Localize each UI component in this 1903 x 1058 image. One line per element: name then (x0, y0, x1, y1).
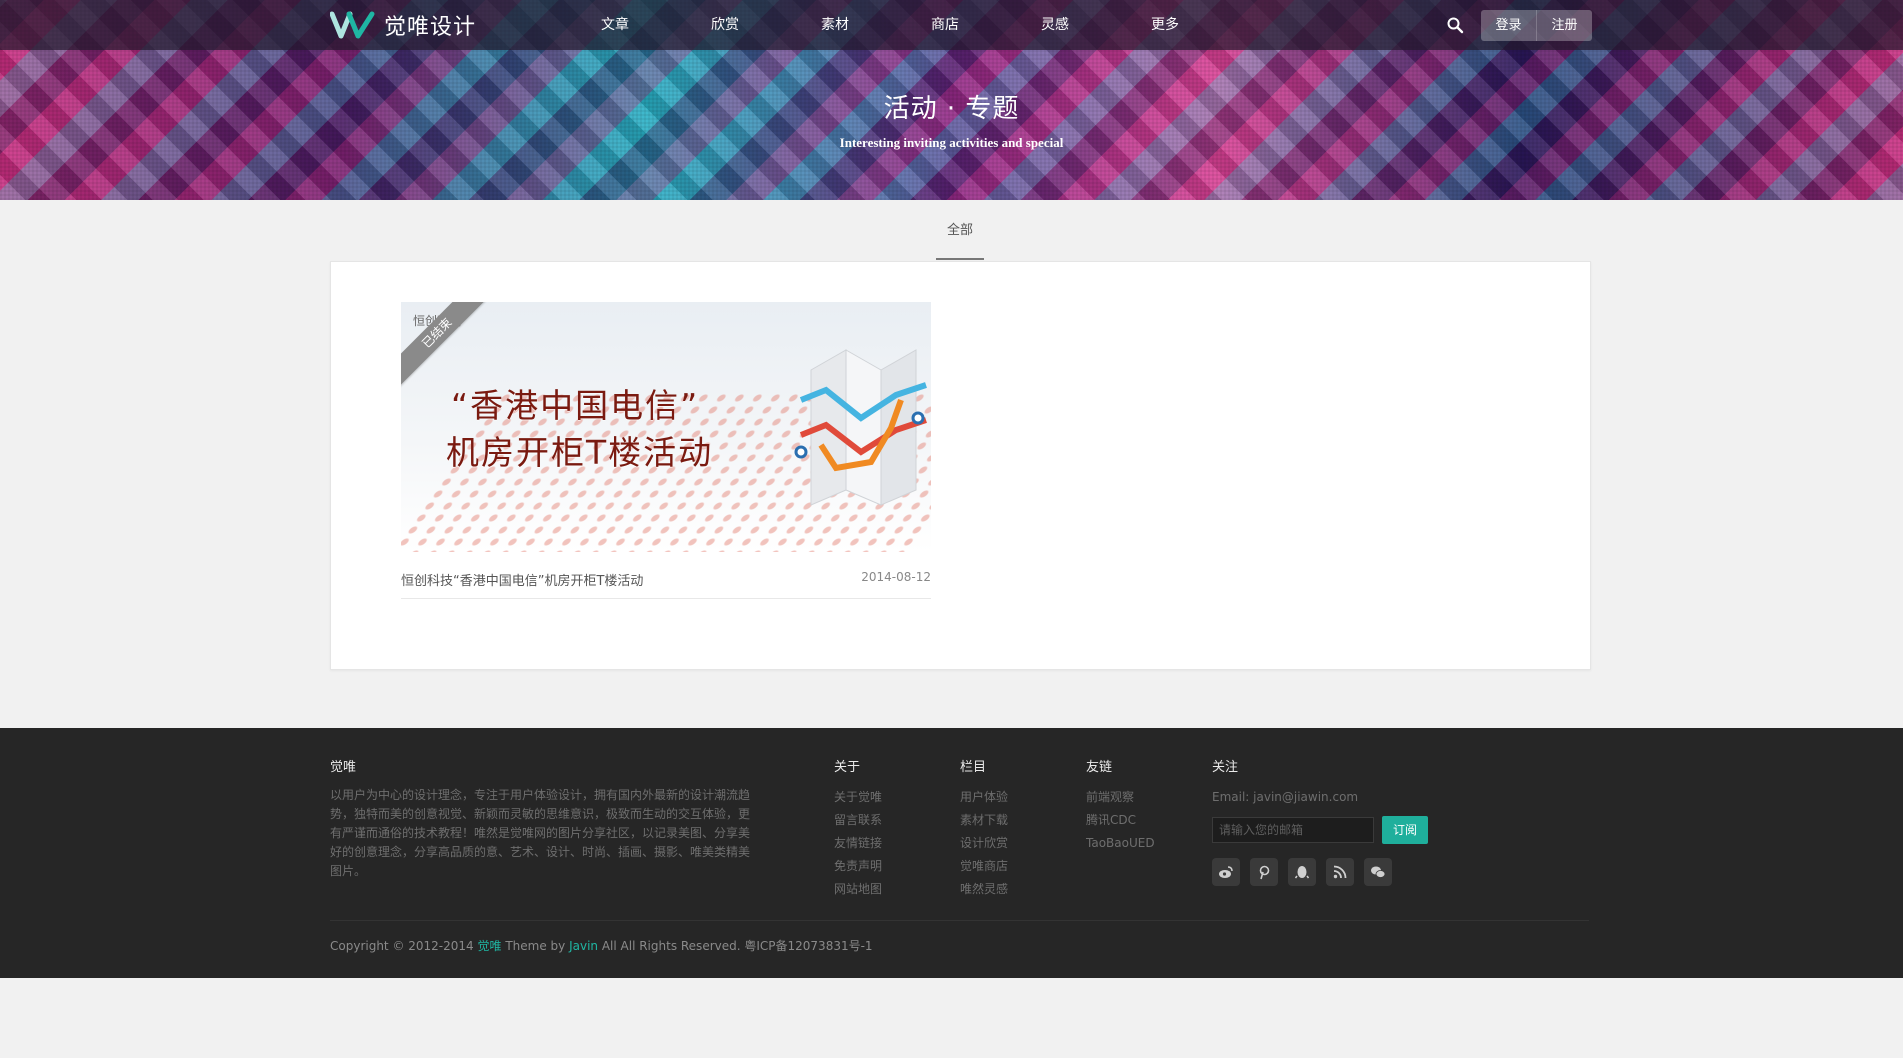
footer-about: 觉唯 以用户为中心的设计理念，专注于用户体验设计，拥有国内外最新的设计潮流趋势，… (330, 756, 760, 881)
pinterest-icon[interactable] (1250, 858, 1278, 886)
search-icon[interactable] (1446, 16, 1464, 34)
footer-link[interactable]: 免责声明 (834, 855, 882, 878)
post-card: 恒创科技 “香港中国电信” 机房开柜T楼活动 已结束 恒创科技“香港中国电信”机… (401, 302, 931, 599)
top-navbar: 觉唯设计 文章 欣赏 素材 商店 灵感 更多 登录 注册 (0, 0, 1903, 50)
page-subtitle: Interesting inviting activities and spec… (839, 135, 1064, 150)
post-title-link[interactable]: 恒创科技“香港中国电信”机房开柜T楼活动 (401, 570, 643, 589)
footer-email: Email: javin@jiawin.com (1212, 790, 1359, 804)
footer-column-heading: 关于 (834, 760, 861, 775)
footer-link[interactable]: 网站地图 (834, 878, 882, 901)
copyright: Copyright © 2012-2014 觉唯 Theme by Javin … (330, 937, 873, 954)
main-nav: 文章 欣赏 素材 商店 灵感 更多 (560, 0, 1220, 50)
footer-column-heading: 栏目 (960, 760, 987, 775)
subscribe-email-input[interactable] (1212, 817, 1374, 843)
site-footer: 觉唯 以用户为中心的设计理念，专注于用户体验设计，拥有国内外最新的设计潮流趋势，… (0, 728, 1903, 978)
nav-item-shop[interactable]: 商店 (890, 0, 1000, 50)
social-links (1212, 858, 1428, 886)
post-thumbnail[interactable]: 恒创科技 “香港中国电信” 机房开柜T楼活动 已结束 (401, 302, 931, 552)
site-logo[interactable]: 觉唯设计 (330, 9, 476, 41)
footer-link[interactable]: 素材下载 (960, 809, 1008, 832)
copyright-suffix: All All Rights Reserved. 粤ICP备12073831号-… (598, 939, 873, 953)
footer-link[interactable]: 唯然灵感 (960, 878, 1008, 901)
footer-link[interactable]: 用户体验 (960, 786, 1008, 809)
footer-link[interactable]: 关于觉唯 (834, 786, 882, 809)
footer-follow: 关注 Email: javin@jiawin.com 订阅 (1212, 756, 1428, 886)
hero-banner: 觉唯设计 文章 欣赏 素材 商店 灵感 更多 登录 注册 活动 · 专题 Int… (0, 0, 1903, 200)
nav-item-inspiration[interactable]: 灵感 (1000, 0, 1110, 50)
category-filter: 全部 (936, 200, 984, 260)
login-button[interactable]: 登录 (1481, 10, 1536, 41)
copyright-middle: Theme by (501, 939, 570, 953)
qq-icon[interactable] (1288, 858, 1316, 886)
footer-column-friends: 友链 前端观察 腾讯CDC TaoBaoUED (1086, 756, 1155, 855)
footer-link[interactable]: 留言联系 (834, 809, 882, 832)
tab-all[interactable]: 全部 (936, 215, 984, 247)
footer-link[interactable]: TaoBaoUED (1086, 832, 1155, 855)
register-button[interactable]: 注册 (1536, 10, 1592, 41)
thumbnail-headline-2: 机房开柜T楼活动 (446, 433, 714, 472)
footer-about-heading: 觉唯 (330, 760, 357, 775)
nav-item-gallery[interactable]: 欣赏 (670, 0, 780, 50)
nav-item-articles[interactable]: 文章 (560, 0, 670, 50)
nav-item-more[interactable]: 更多 (1110, 0, 1220, 50)
footer-divider (330, 920, 1589, 921)
nav-item-resources[interactable]: 素材 (780, 0, 890, 50)
wechat-icon[interactable] (1364, 858, 1392, 886)
datacenter-map-icon (794, 349, 927, 506)
footer-link[interactable]: 腾讯CDC (1086, 809, 1155, 832)
active-tab-indicator (936, 258, 984, 260)
copyright-author-link[interactable]: Javin (569, 939, 598, 953)
subscribe-form: 订阅 (1212, 816, 1428, 844)
hero-heading: 活动 · 专题 Interesting inviting activities … (0, 88, 1903, 151)
logo-text: 觉唯设计 (384, 15, 477, 40)
footer-link[interactable]: 觉唯商店 (960, 855, 1008, 878)
post-date: 2014-08-12 (861, 570, 931, 584)
thumbnail-headline-1: “香港中国电信” (451, 386, 700, 425)
content-panel: 恒创科技 “香港中国电信” 机房开柜T楼活动 已结束 恒创科技“香港中国电信”机… (330, 261, 1591, 670)
footer-link[interactable]: 友情链接 (834, 832, 882, 855)
footer-link[interactable]: 前端观察 (1086, 786, 1155, 809)
footer-about-text: 以用户为中心的设计理念，专注于用户体验设计，拥有国内外最新的设计潮流趋势，独特而… (330, 788, 751, 878)
footer-follow-heading: 关注 (1212, 760, 1239, 775)
footer-column-about: 关于 关于觉唯 留言联系 友情链接 免责声明 网站地图 (834, 756, 882, 901)
logo-mark-icon (330, 11, 375, 39)
rss-icon[interactable] (1326, 858, 1354, 886)
footer-column-sections: 栏目 用户体验 素材下载 设计欣赏 觉唯商店 唯然灵感 (960, 756, 1008, 901)
weibo-icon[interactable] (1212, 858, 1240, 886)
auth-buttons: 登录 注册 (1481, 10, 1592, 41)
copyright-site-link[interactable]: 觉唯 (478, 939, 502, 953)
footer-column-heading: 友链 (1086, 760, 1113, 775)
post-meta: 恒创科技“香港中国电信”机房开柜T楼活动 2014-08-12 (401, 552, 931, 599)
subscribe-button[interactable]: 订阅 (1382, 816, 1428, 844)
copyright-prefix: Copyright © 2012-2014 (330, 939, 478, 953)
footer-link[interactable]: 设计欣赏 (960, 832, 1008, 855)
page-title: 活动 · 专题 (883, 94, 1020, 124)
